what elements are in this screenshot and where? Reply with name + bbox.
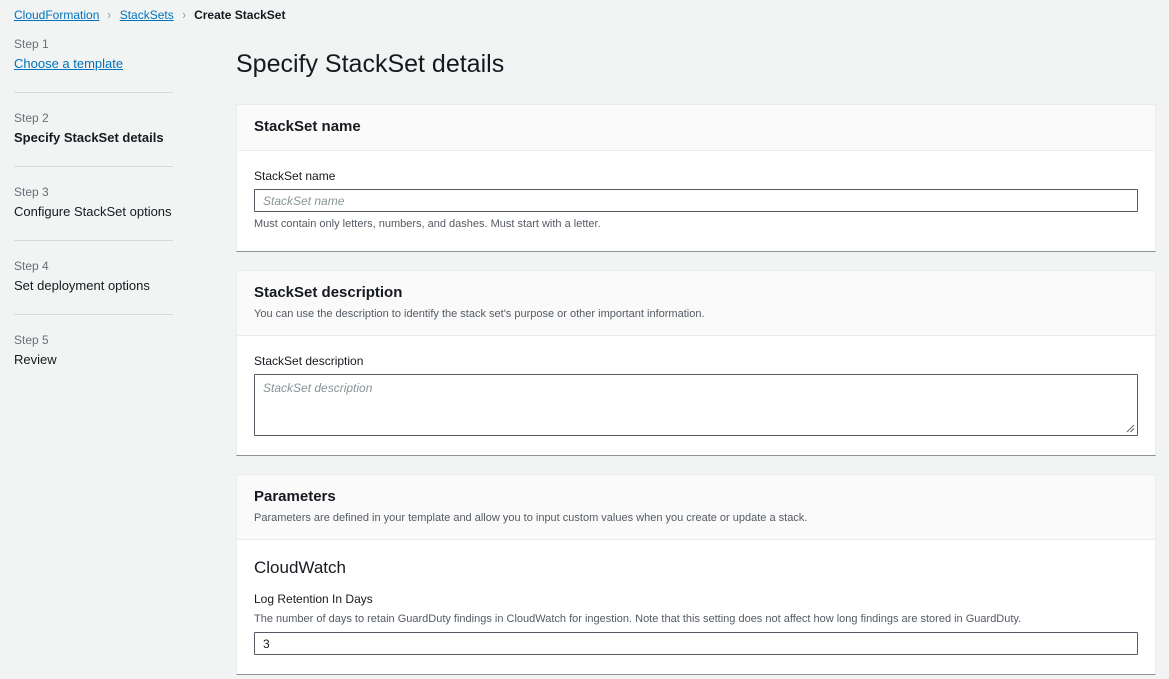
- step-number: Step 2: [14, 111, 236, 125]
- parameter-group-title-cloudwatch: CloudWatch: [254, 557, 1138, 579]
- breadcrumb-item-create-stackset: Create StackSet: [194, 8, 285, 22]
- breadcrumb-item-stacksets[interactable]: StackSets: [120, 8, 174, 22]
- textarea-wrapper: [254, 374, 1138, 436]
- sidebar-step-label-review: Review: [14, 352, 236, 368]
- step-divider: [14, 166, 173, 167]
- sidebar-step-label-configure-stackset-options: Configure StackSet options: [14, 204, 236, 220]
- sidebar-step-label-choose-a-template[interactable]: Choose a template: [14, 56, 236, 72]
- card-header: StackSet name: [237, 105, 1155, 151]
- card-body: StackSet name Must contain only letters,…: [237, 151, 1155, 251]
- stackset-name-input[interactable]: [254, 189, 1138, 212]
- page-layout: Step 1 Choose a template Step 2 Specify …: [0, 24, 1169, 679]
- step-divider: [14, 92, 173, 93]
- sidebar-step-5: Step 5 Review: [14, 333, 236, 369]
- stackset-name-label: StackSet name: [254, 168, 1138, 184]
- card-subtitle: You can use the description to identify …: [254, 307, 1138, 322]
- stackset-name-hint: Must contain only letters, numbers, and …: [254, 217, 1138, 232]
- sidebar-step-2: Step 2 Specify StackSet details: [14, 111, 236, 147]
- card-subtitle: Parameters are defined in your template …: [254, 511, 1138, 526]
- stackset-description-card: StackSet description You can use the des…: [236, 270, 1156, 456]
- card-header: Parameters Parameters are defined in you…: [237, 475, 1155, 540]
- sidebar-step-1: Step 1 Choose a template: [14, 37, 236, 73]
- card-title: StackSet description: [254, 283, 1138, 303]
- step-divider: [14, 314, 173, 315]
- page-title: Specify StackSet details: [236, 50, 1156, 79]
- card-body: StackSet description: [237, 336, 1155, 455]
- log-retention-input[interactable]: [254, 632, 1138, 655]
- wizard-steps-sidebar: Step 1 Choose a template Step 2 Specify …: [0, 24, 236, 369]
- breadcrumb-separator-icon: ›: [182, 8, 185, 21]
- card-title: StackSet name: [254, 117, 1138, 137]
- stackset-description-label: StackSet description: [254, 353, 1138, 369]
- sidebar-step-4: Step 4 Set deployment options: [14, 259, 236, 295]
- card-title: Parameters: [254, 487, 1138, 507]
- step-number: Step 3: [14, 185, 236, 199]
- card-header: StackSet description You can use the des…: [237, 271, 1155, 336]
- stackset-description-textarea[interactable]: [254, 374, 1138, 436]
- log-retention-description: The number of days to retain GuardDuty f…: [254, 612, 1138, 627]
- step-number: Step 5: [14, 333, 236, 347]
- sidebar-step-label-set-deployment-options: Set deployment options: [14, 278, 236, 294]
- log-retention-label: Log Retention In Days: [254, 591, 1138, 607]
- stackset-name-card: StackSet name StackSet name Must contain…: [236, 104, 1156, 252]
- sidebar-step-label-specify-stackset-details: Specify StackSet details: [14, 130, 236, 146]
- breadcrumb: CloudFormation › StackSets › Create Stac…: [0, 0, 1169, 24]
- step-divider: [14, 240, 173, 241]
- card-body: CloudWatch Log Retention In Days The num…: [237, 540, 1155, 674]
- step-number: Step 4: [14, 259, 236, 273]
- parameters-card: Parameters Parameters are defined in you…: [236, 474, 1156, 675]
- main-content: Specify StackSet details StackSet name S…: [236, 24, 1169, 679]
- breadcrumb-separator-icon: ›: [108, 8, 111, 21]
- breadcrumb-item-cloudformation[interactable]: CloudFormation: [14, 8, 99, 22]
- step-number: Step 1: [14, 37, 236, 51]
- sidebar-step-3: Step 3 Configure StackSet options: [14, 185, 236, 221]
